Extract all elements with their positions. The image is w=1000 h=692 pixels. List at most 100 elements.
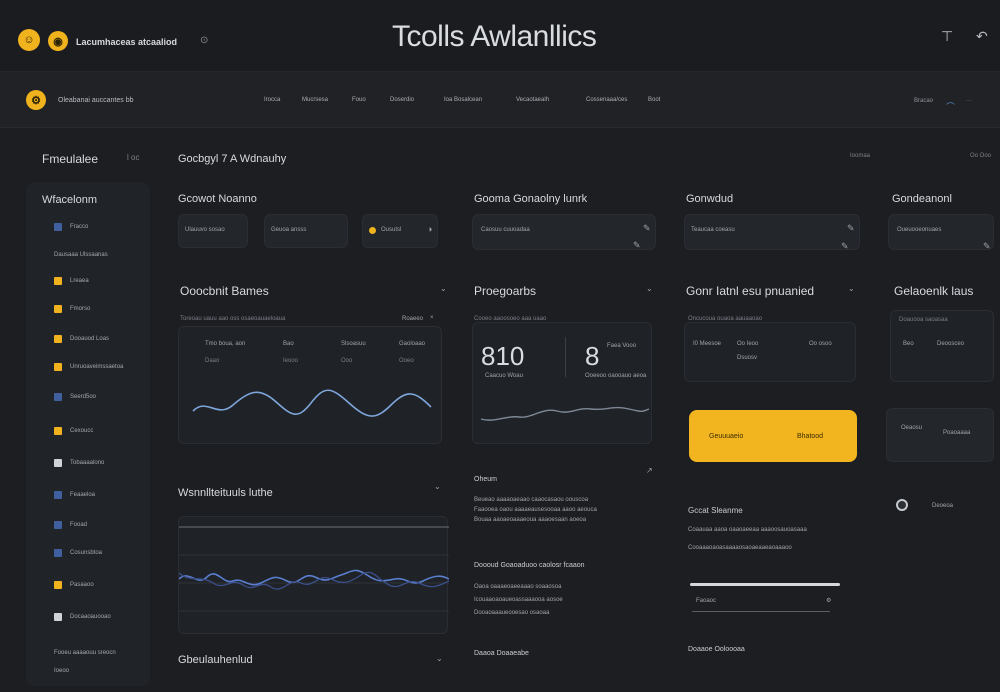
nav-item-4[interactable]: Doserdio bbox=[390, 97, 414, 103]
sidebar-item-icon bbox=[54, 491, 62, 499]
notes-line: Cooaaaoaoasaaaaosaoaeaaeaoaaaoo bbox=[688, 545, 792, 551]
chevron-down-icon[interactable]: ⌄ bbox=[440, 284, 447, 293]
chart-icon[interactable]: ◉ bbox=[48, 31, 68, 51]
nav-item-2[interactable]: Mucrsesa bbox=[302, 97, 328, 103]
chevron-down-icon[interactable]: ⌄ bbox=[434, 482, 441, 491]
sidebar-item[interactable]: Fmorso bbox=[54, 304, 90, 314]
sidebar-item[interactable]: Fracco bbox=[54, 222, 88, 232]
page-control-1[interactable]: Ioomaa bbox=[850, 153, 870, 159]
nav-item-3[interactable]: Fouo bbox=[352, 97, 366, 103]
field-label: Caosuu cuuoadaa bbox=[481, 227, 530, 233]
sidebar-item-label: Seerd5oo bbox=[70, 394, 97, 400]
trend-chart-card bbox=[178, 516, 449, 634]
footer-right: Doaaoe Ooloooaa bbox=[688, 646, 745, 653]
field-card-2[interactable]: Geuoa ansss bbox=[264, 214, 348, 248]
chevron-down-icon[interactable]: ⌄ bbox=[436, 654, 443, 663]
nav-item-5[interactable]: Ioa Bosalcean bbox=[444, 97, 482, 103]
field-label: Oueuooeonuaes bbox=[897, 227, 942, 233]
slider-track[interactable] bbox=[690, 583, 840, 586]
field-card-3[interactable]: Ousutsl ◑ bbox=[362, 214, 438, 248]
dashboard-title: Gocbgyl 7 A Wdnauhy bbox=[178, 153, 287, 165]
edit-icon[interactable]: ✎ bbox=[983, 241, 991, 252]
goal-cell-label: Dsuosv bbox=[737, 355, 758, 361]
sidebar-item-icon bbox=[54, 277, 62, 285]
sidebar-item[interactable]: Docaaoauooao bbox=[54, 612, 111, 622]
nav-brand: Oleabanai auccantes bb bbox=[58, 97, 134, 104]
edit-icon[interactable]: ✎ bbox=[633, 240, 641, 251]
menu-icon[interactable]: ··· bbox=[966, 98, 972, 104]
sidebar-item[interactable]: Cosunsbtoa bbox=[54, 548, 102, 558]
progress-sparkline bbox=[480, 406, 650, 421]
sidebar-item[interactable]: Fooad bbox=[54, 520, 87, 530]
goals-side-title: Gelaoenlk laus bbox=[894, 284, 974, 298]
sidebar-item[interactable]: Fooeu aaaaouu sreocn bbox=[54, 648, 116, 658]
chevron-down-icon[interactable]: ⌄ bbox=[848, 284, 855, 293]
trend-chart bbox=[179, 526, 449, 612]
radio-icon[interactable] bbox=[896, 499, 908, 511]
chevron-down-icon[interactable]: ⌄ bbox=[646, 284, 653, 293]
edit-icon[interactable]: ✎ bbox=[841, 241, 849, 252]
sidebar-item[interactable]: Lreaea bbox=[54, 276, 89, 286]
field-card-1[interactable]: Ulauuvo sosao bbox=[178, 214, 248, 248]
sidebar-meta[interactable]: l oc bbox=[127, 153, 139, 162]
notes-title: Gccat Sleanme bbox=[688, 506, 743, 515]
row1-title-1: Gcowot Noanno bbox=[178, 193, 257, 205]
sidebar-item[interactable]: Cexoucc bbox=[54, 426, 93, 436]
sidebar-item-icon bbox=[54, 363, 62, 371]
sidebar-item[interactable]: Tobaaaalono bbox=[54, 458, 104, 468]
activity-line: Bouaa aaoaeoaaaeoua aaaoesaan aoeoa bbox=[474, 517, 587, 523]
sidebar-item[interactable]: Unruoaveimssaetoa bbox=[54, 362, 123, 372]
trend-title: Wsnnllteituuls luthe bbox=[178, 487, 273, 499]
activity2-title: Doooud Goaoaduoo caolosr fcaaon bbox=[474, 562, 585, 569]
overview-pill[interactable]: Roaeeo bbox=[402, 316, 423, 322]
toggle-icon[interactable]: ◑ bbox=[427, 224, 432, 234]
nav-item-6[interactable]: Vecaotaealh bbox=[516, 97, 549, 103]
sidebar-item[interactable]: Feaaeloa bbox=[54, 490, 95, 500]
sidebar-item-icon bbox=[54, 459, 62, 467]
settings-icon[interactable]: ⚙ bbox=[826, 597, 831, 604]
sidebar-item-icon bbox=[54, 223, 62, 231]
side-card-label: Oeaosu bbox=[901, 425, 923, 431]
field-card-4[interactable]: Caosuu cuuoadaa ✎ ✎ bbox=[472, 214, 656, 250]
activity2-line: Dooaoaaaueooesao osaoaa bbox=[474, 610, 550, 616]
sidebar-item-icon bbox=[54, 305, 62, 313]
divider bbox=[692, 611, 830, 612]
sidebar-item-icon bbox=[54, 613, 62, 621]
sidebar-item[interactable]: Dausaaa Ulssaanas bbox=[54, 250, 108, 260]
nav-item-1[interactable]: Irocca bbox=[264, 97, 280, 103]
page-control-2[interactable]: Oo Ooo bbox=[970, 153, 991, 159]
gear-icon[interactable]: ⊙ bbox=[200, 35, 208, 46]
side-card[interactable]: Oeaosu Poaoaaaa bbox=[886, 408, 994, 462]
goal-cell-value: Oo osoo bbox=[809, 341, 832, 347]
sidebar-item-label: Dooauod Loas bbox=[70, 336, 110, 342]
expand-icon[interactable]: ↗ bbox=[646, 466, 653, 475]
sidebar-item[interactable]: Pasaaoo bbox=[54, 580, 94, 590]
goal-cell-label: I0 Meesoe bbox=[693, 341, 722, 347]
field-card-5[interactable]: Teaucaa coeasu ✎ ✎ bbox=[684, 214, 860, 252]
nav-item-7[interactable]: Cossenaaa/ces bbox=[586, 97, 627, 103]
field-label: Geuoa ansss bbox=[271, 227, 307, 233]
sidebar-item[interactable]: Dooauod Loas bbox=[54, 334, 109, 344]
sidebar-item-label: Pasaaoo bbox=[70, 582, 94, 588]
edit-icon[interactable]: ✎ bbox=[643, 223, 651, 234]
field-card-6[interactable]: Oueuooeonuaes ✎ bbox=[888, 214, 994, 252]
sidebar-item-icon bbox=[54, 549, 62, 557]
close-icon[interactable]: × bbox=[430, 315, 434, 321]
page-title: Tcolls Awlanllics bbox=[392, 20, 597, 53]
edit-icon[interactable]: ✎ bbox=[847, 223, 855, 234]
phone-icon[interactable]: ↶ bbox=[976, 28, 988, 45]
sidebar-item[interactable]: Ioeoo bbox=[54, 666, 69, 676]
user-icon[interactable]: ☺ bbox=[18, 29, 40, 51]
nav-item-8[interactable]: Boot bbox=[648, 97, 660, 103]
nav-right-label[interactable]: Bracao bbox=[914, 98, 933, 104]
primary-action-button[interactable]: Geuuuaeio Bhatood bbox=[689, 410, 857, 462]
sidebar-item-icon bbox=[54, 393, 62, 401]
sidebar-header: Fmeulalee bbox=[42, 152, 99, 166]
wifi-icon[interactable]: ︵ bbox=[946, 94, 955, 107]
goals-side-card: Doauooa saoasaa Beo Deoosceo bbox=[890, 310, 994, 382]
sidebar-item[interactable]: Seerd5oo bbox=[54, 392, 96, 402]
activity2-line: Icouaaoaoaueoassaaaooa aosoe bbox=[474, 597, 563, 603]
text-cursor-icon[interactable]: ⊤ bbox=[941, 28, 953, 45]
goals-side-label: Beo bbox=[903, 341, 914, 347]
logo-icon[interactable]: ⚙ bbox=[26, 90, 46, 110]
